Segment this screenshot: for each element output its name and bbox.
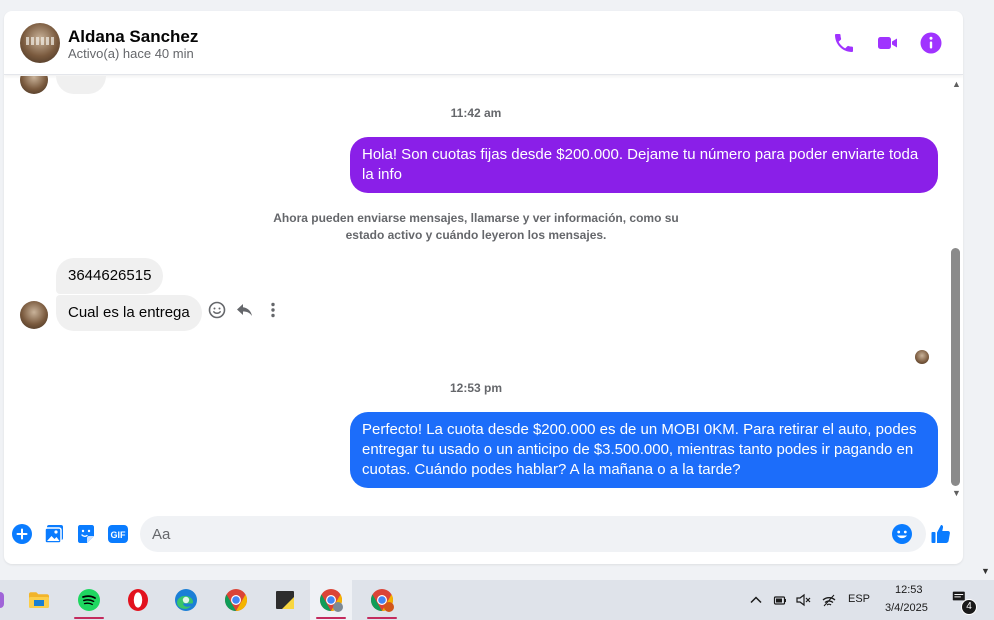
incoming-message[interactable]: 3644626515: [56, 258, 164, 294]
message-composer: GIF: [4, 511, 963, 557]
contact-avatar[interactable]: [20, 23, 60, 63]
taskbar-opera[interactable]: [117, 580, 159, 620]
phone-call-icon[interactable]: [832, 31, 856, 55]
reply-icon[interactable]: [235, 300, 255, 320]
volume-muted-icon[interactable]: [795, 592, 811, 608]
contact-name[interactable]: Aldana Sanchez: [68, 27, 198, 47]
message-input[interactable]: [152, 516, 882, 552]
chat-header: Aldana Sanchez Activo(a) hace 40 min: [4, 11, 963, 75]
chat-window: Aldana Sanchez Activo(a) hace 40 min 11:…: [4, 11, 963, 564]
system-notice: Ahora pueden enviarse mensajes, llamarse…: [273, 211, 679, 242]
taskbar-edge[interactable]: [165, 580, 207, 620]
page-scroll-down-arrow-icon[interactable]: ▼: [981, 566, 990, 576]
taskbar-chrome-profile-r[interactable]: [361, 580, 403, 620]
message-list: 11:42 am Hola! Son cuotas fijas desde $2…: [4, 76, 948, 502]
scroll-down-arrow-icon[interactable]: ▼: [952, 488, 961, 498]
thumbs-up-like-icon[interactable]: [929, 522, 953, 546]
chrome-icon: [225, 589, 247, 611]
incoming-message[interactable]: Cual es la entrega: [56, 295, 202, 331]
edge-icon: [175, 589, 197, 611]
chrome-profile-icon: [320, 589, 343, 612]
emoji-picker-icon[interactable]: [890, 522, 914, 546]
contact-avatar-small[interactable]: [20, 301, 48, 329]
contact-avatar-small[interactable]: [20, 76, 48, 94]
outgoing-message[interactable]: Perfecto! La cuota desde $200.000 es de …: [350, 412, 938, 488]
react-emoji-icon[interactable]: [207, 300, 227, 320]
opera-icon: [128, 589, 148, 611]
wifi-icon[interactable]: [821, 592, 837, 608]
sticker-icon[interactable]: [74, 522, 98, 546]
video-call-icon[interactable]: [876, 31, 900, 55]
taskbar-file-explorer[interactable]: [18, 580, 60, 620]
input-language[interactable]: ESP: [848, 593, 870, 605]
sticky-notes-icon: [276, 591, 294, 609]
taskbar-spotify[interactable]: [68, 580, 110, 620]
clock-date[interactable]: 3/4/2025: [885, 602, 928, 614]
battery-plugged-icon[interactable]: [772, 592, 788, 608]
more-options-icon[interactable]: [263, 300, 283, 320]
message-timestamp: 11:42 am: [450, 106, 502, 120]
read-receipt-avatar: [915, 350, 929, 364]
taskbar-sticky-notes[interactable]: [264, 580, 306, 620]
taskbar-chrome[interactable]: [215, 580, 257, 620]
show-hidden-icons-chevron-icon[interactable]: [748, 592, 764, 608]
chrome-profile-icon: [371, 589, 394, 612]
contact-status: Activo(a) hace 40 min: [68, 46, 194, 61]
clock-time[interactable]: 12:53: [895, 584, 923, 596]
outgoing-message[interactable]: Hola! Son cuotas fijas desde $200.000. D…: [350, 137, 938, 193]
running-indicator: [367, 617, 397, 619]
photo-gallery-icon[interactable]: [42, 522, 66, 546]
running-indicator: [316, 617, 346, 619]
message-input-container[interactable]: [140, 516, 926, 552]
notification-count-badge: 4: [961, 599, 977, 615]
running-indicator: [74, 617, 104, 619]
message-scrollbar[interactable]: ▲ ▼: [948, 76, 963, 502]
spotify-icon: [78, 589, 100, 611]
folder-icon: [29, 592, 49, 608]
message-timestamp: 12:53 pm: [449, 381, 503, 395]
add-plus-icon[interactable]: [10, 522, 34, 546]
windows-taskbar: ESP 12:53 3/4/2025 4: [0, 580, 994, 620]
taskbar-chrome-profile-y[interactable]: [310, 580, 352, 620]
scroll-up-arrow-icon[interactable]: ▲: [952, 79, 961, 89]
info-icon[interactable]: [919, 31, 943, 55]
svg-text:GIF: GIF: [111, 530, 127, 540]
previous-message-bubble[interactable]: [56, 76, 106, 94]
gif-icon[interactable]: GIF: [106, 522, 130, 546]
scroll-thumb[interactable]: [951, 248, 960, 486]
partial-app-icon[interactable]: [0, 592, 4, 608]
